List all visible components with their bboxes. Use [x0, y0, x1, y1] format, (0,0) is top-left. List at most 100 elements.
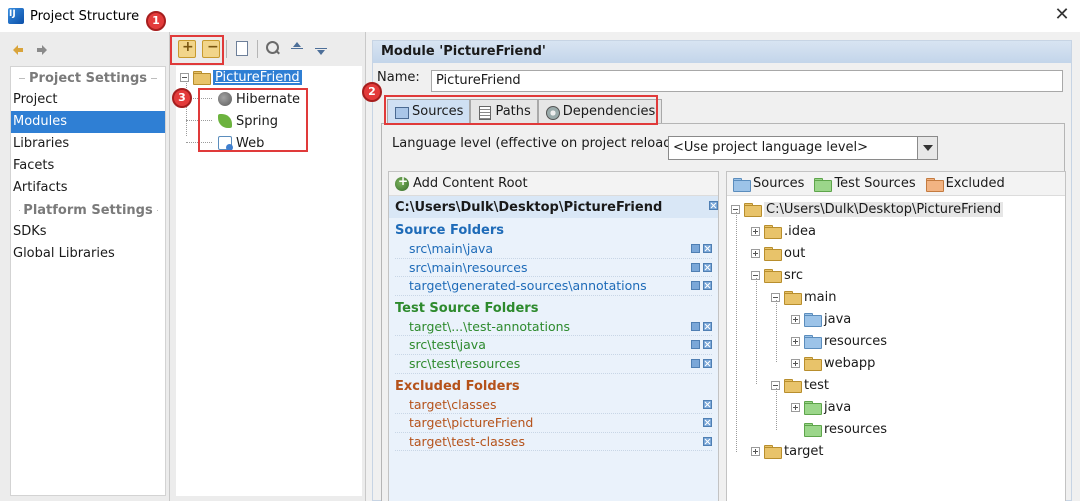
folder-path: target\...\test-annotations — [409, 318, 571, 334]
framework-hibernate[interactable]: Hibernate — [176, 88, 362, 110]
expand-toggle-icon[interactable] — [751, 446, 760, 456]
excluded-folder-row[interactable]: target\pictureFriend — [395, 414, 712, 433]
remove-folder-icon[interactable] — [703, 399, 712, 409]
framework-label: Web — [236, 135, 265, 151]
content-root-path[interactable]: C:\Users\Dulk\Desktop\PictureFriend — [389, 196, 718, 218]
expand-toggle-icon[interactable] — [751, 248, 760, 258]
mark-as-test-sources-button[interactable]: Test Sources — [814, 176, 916, 192]
tab-paths[interactable]: Paths — [470, 99, 538, 123]
sources-folder-icon — [733, 177, 751, 192]
nav-item-global-libraries[interactable]: Global Libraries — [11, 243, 165, 265]
intellij-app-icon — [8, 8, 24, 24]
add-content-root-button[interactable]: Add Content Root — [389, 172, 718, 196]
sources-tab-icon — [394, 105, 409, 119]
test-folder-row[interactable]: src\test\java — [395, 336, 712, 355]
module-tree-panel: PictureFriend Hibernate Spring Web — [170, 32, 366, 501]
module-node[interactable]: PictureFriend — [176, 66, 362, 88]
test-folder-row[interactable]: src\test\resources — [395, 355, 712, 374]
folder-node-test-resources[interactable]: resources — [804, 418, 887, 440]
forward-arrow-icon[interactable] — [36, 42, 50, 56]
folder-icon — [744, 203, 762, 217]
settings-list: Project Settings Project Modules Librari… — [10, 66, 166, 496]
nav-item-sdks[interactable]: SDKs — [11, 221, 165, 243]
source-folder-row[interactable]: src\main\resources — [395, 259, 712, 278]
mark-as-excluded-button[interactable]: Excluded — [925, 176, 1005, 192]
tab-sources[interactable]: Sources — [387, 99, 471, 123]
source-folder-row[interactable]: src\main\java — [395, 240, 712, 259]
folder-node-test[interactable]: test — [771, 374, 829, 396]
mark-as-sources-button[interactable]: Sources — [733, 176, 804, 192]
remove-folder-icon[interactable] — [703, 321, 712, 331]
folder-node-target[interactable]: target — [751, 440, 824, 462]
folder-node-main-resources[interactable]: resources — [791, 330, 887, 352]
excluded-folder-row[interactable]: target\classes — [395, 396, 712, 415]
folder-properties-icon[interactable] — [691, 358, 700, 368]
language-level-select[interactable]: <Use project language level> — [668, 136, 938, 160]
expand-toggle-icon[interactable] — [791, 358, 800, 368]
folder-properties-icon[interactable] — [691, 262, 700, 272]
folder-path: src\main\resources — [409, 259, 528, 275]
expand-toggle-icon[interactable] — [791, 314, 800, 324]
folder-tree-root[interactable]: C:\Users\Dulk\Desktop\PictureFriend — [731, 198, 1004, 220]
sources-tab-panel: Language level (effective on project rel… — [381, 123, 1066, 501]
language-level-row: Language level (effective on project rel… — [392, 136, 681, 151]
source-folder-row[interactable]: target\generated-sources\annotations — [395, 277, 712, 296]
folder-properties-icon[interactable] — [691, 321, 700, 331]
folder-node-out[interactable]: out — [751, 242, 805, 264]
nav-item-artifacts[interactable]: Artifacts — [11, 177, 165, 199]
excluded-folder-row[interactable]: target\test-classes — [395, 433, 712, 452]
folder-path: target\generated-sources\annotations — [409, 278, 647, 294]
tab-dependencies[interactable]: Dependencies — [537, 99, 663, 123]
search-icon[interactable] — [264, 40, 282, 58]
folder-icon — [764, 225, 782, 239]
folder-node-webapp[interactable]: webapp — [791, 352, 875, 374]
folder-node-src[interactable]: src — [751, 264, 803, 286]
folder-label: C:\Users\Dulk\Desktop\PictureFriend — [764, 201, 1004, 217]
collapse-all-icon[interactable] — [312, 40, 330, 58]
folder-node-test-java[interactable]: java — [791, 396, 851, 418]
folder-properties-icon[interactable] — [691, 244, 700, 253]
back-arrow-icon[interactable] — [12, 42, 26, 56]
chevron-down-icon[interactable] — [917, 137, 937, 159]
add-module-button[interactable] — [178, 39, 196, 58]
callout-badge-3: 3 — [172, 88, 192, 108]
add-root-icon — [395, 174, 409, 191]
collapse-toggle-icon[interactable] — [180, 72, 189, 82]
expand-toggle-icon[interactable] — [751, 226, 760, 236]
folder-label: .idea — [784, 223, 816, 239]
framework-web[interactable]: Web — [176, 132, 362, 154]
remove-root-icon[interactable] — [709, 201, 718, 210]
folder-path: src\test\java — [409, 337, 486, 353]
expand-all-icon[interactable] — [288, 40, 306, 58]
remove-folder-icon[interactable] — [703, 358, 712, 368]
copy-icon[interactable] — [233, 40, 251, 58]
remove-folder-icon[interactable] — [703, 418, 712, 428]
expand-toggle-icon[interactable] — [791, 402, 800, 412]
module-name[interactable]: PictureFriend — [213, 69, 302, 85]
nav-item-facets[interactable]: Facets — [11, 155, 165, 177]
remove-folder-icon[interactable] — [703, 244, 712, 253]
folder-node-idea[interactable]: .idea — [751, 220, 816, 242]
add-content-root-label: Add Content Root — [413, 176, 528, 191]
folder-properties-icon[interactable] — [691, 281, 700, 291]
excluded-folder-icon — [925, 177, 944, 192]
test-folder-row[interactable]: target\...\test-annotations — [395, 318, 712, 337]
nav-item-libraries[interactable]: Libraries — [11, 133, 165, 155]
nav-item-modules[interactable]: Modules — [11, 111, 165, 133]
nav-item-project[interactable]: Project — [11, 89, 165, 111]
window-title: Project Structure — [30, 8, 140, 24]
platform-settings-header: Platform Settings — [19, 202, 157, 218]
remove-folder-icon[interactable] — [703, 281, 712, 291]
remove-module-button[interactable] — [202, 39, 220, 58]
folder-node-main-java[interactable]: java — [791, 308, 851, 330]
remove-folder-icon[interactable] — [703, 436, 712, 446]
close-window-button[interactable]: ✕ — [1052, 6, 1072, 26]
remove-folder-icon[interactable] — [703, 262, 712, 272]
expand-toggle-icon[interactable] — [791, 336, 800, 346]
framework-spring[interactable]: Spring — [176, 110, 362, 132]
folder-label: java — [824, 399, 852, 415]
remove-folder-icon[interactable] — [703, 340, 712, 350]
folder-node-main[interactable]: main — [771, 286, 836, 308]
folder-properties-icon[interactable] — [691, 340, 700, 350]
module-name-input[interactable]: PictureFriend — [431, 70, 1063, 92]
